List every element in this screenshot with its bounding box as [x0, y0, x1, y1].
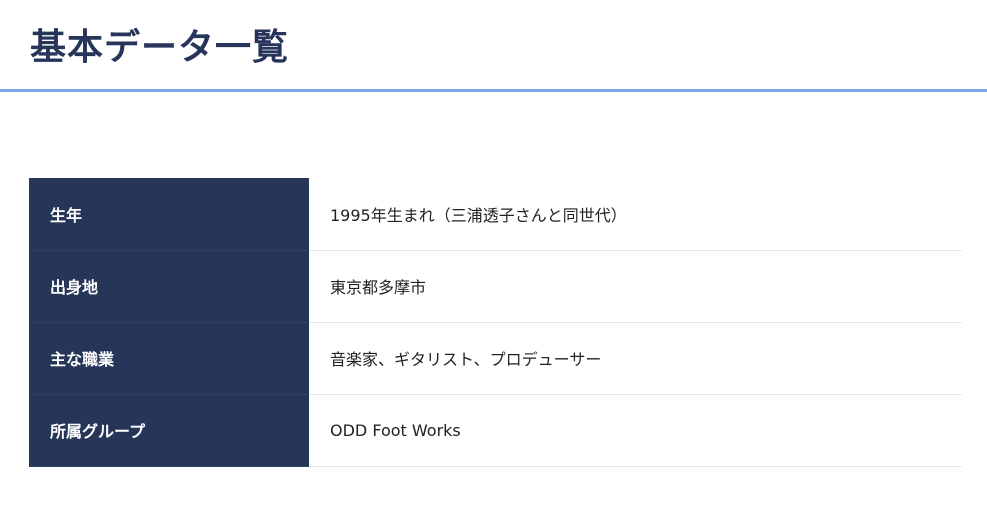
page-title: 基本データ一覧 — [30, 27, 290, 68]
basic-data-table: 生年 1995年生まれ（三浦透子さんと同世代） 出身地 東京都多摩市 主な職業 … — [29, 178, 962, 467]
table-row-birth-year: 生年 1995年生まれ（三浦透子さんと同世代） — [29, 178, 962, 251]
row-value: 東京都多摩市 — [309, 250, 962, 323]
row-label: 所属グループ — [29, 394, 309, 467]
table-row-group: 所属グループ ODD Foot Works — [29, 394, 962, 467]
table-row-birthplace: 出身地 東京都多摩市 — [29, 250, 962, 323]
table-row-occupation: 主な職業 音楽家、ギタリスト、プロデューサー — [29, 322, 962, 395]
row-label: 主な職業 — [29, 322, 309, 395]
row-value: ODD Foot Works — [309, 394, 962, 467]
row-value: 音楽家、ギタリスト、プロデューサー — [309, 322, 962, 395]
row-label: 生年 — [29, 178, 309, 251]
page-header: 基本データ一覧 — [0, 0, 987, 92]
row-value: 1995年生まれ（三浦透子さんと同世代） — [309, 178, 962, 251]
row-label: 出身地 — [29, 250, 309, 323]
